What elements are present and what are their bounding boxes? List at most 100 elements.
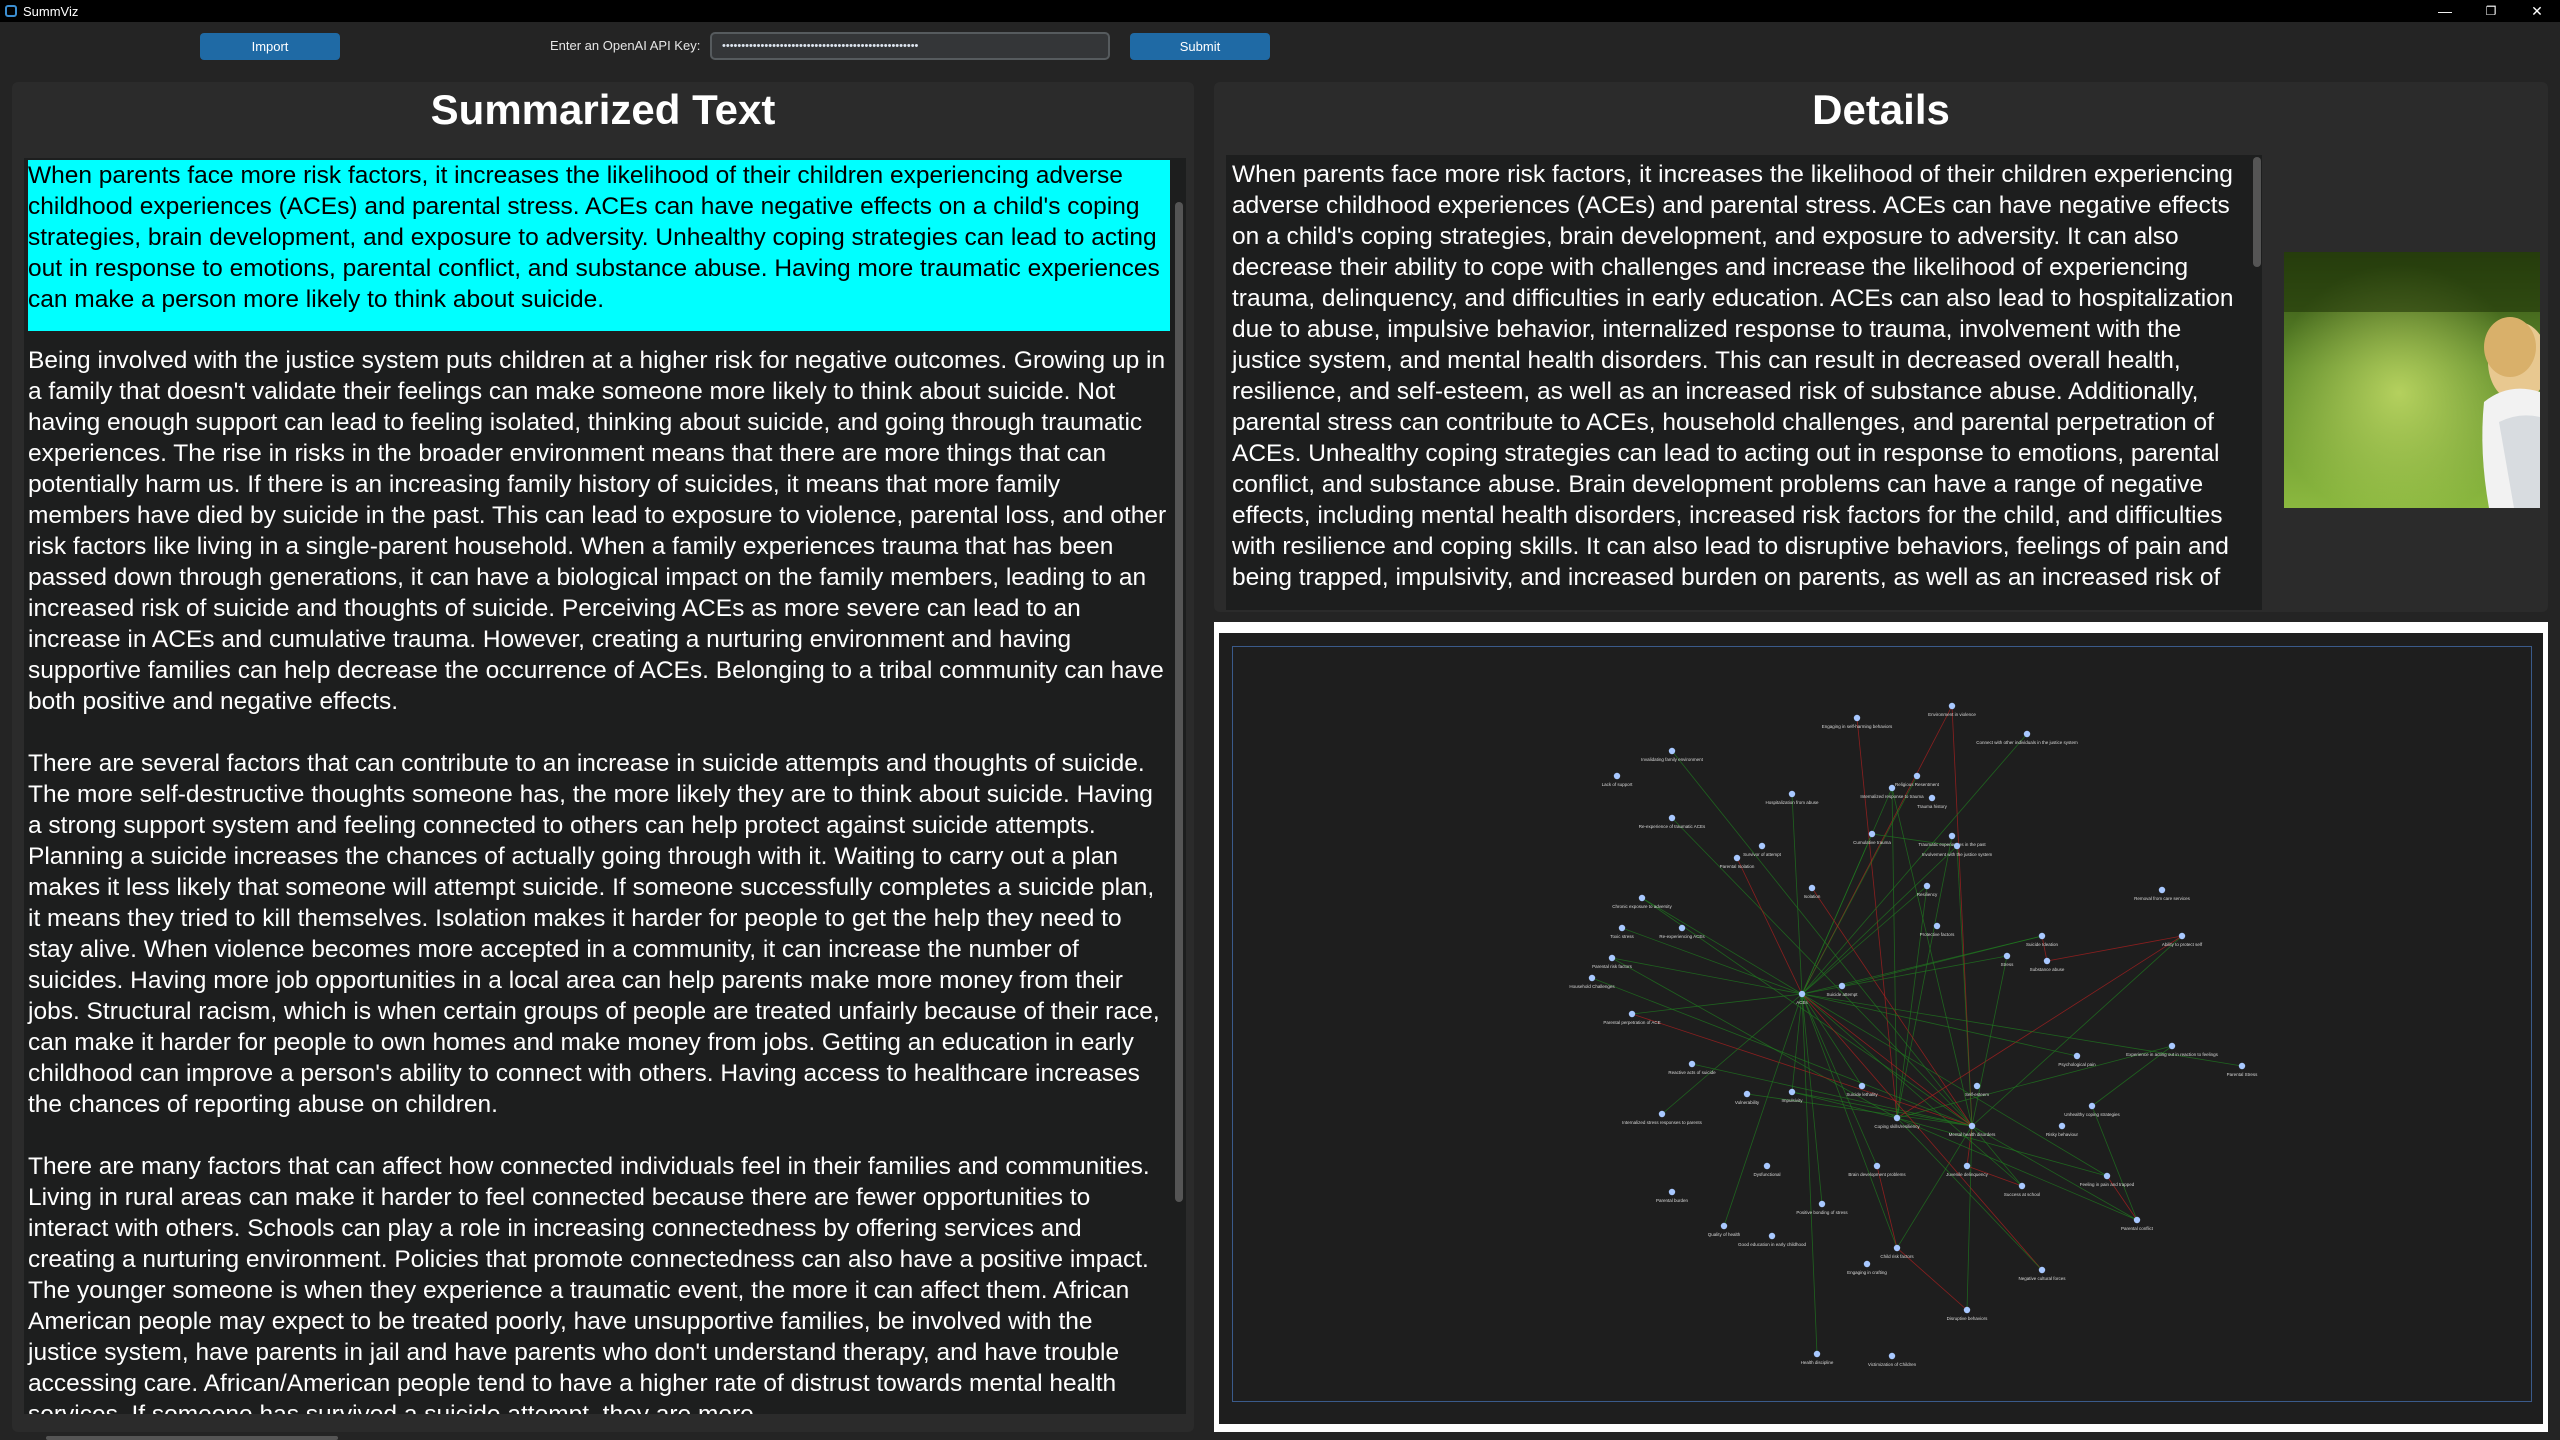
import-button[interactable]: Import	[200, 33, 340, 60]
graph-node[interactable]	[2043, 957, 2051, 965]
graph-node[interactable]	[1873, 1162, 1881, 1170]
graph-node[interactable]	[1818, 1200, 1826, 1208]
graph-edge	[1801, 993, 1818, 1355]
graph-node-label: Survivor of attempt	[1743, 852, 1782, 857]
graph-node[interactable]	[1788, 790, 1796, 798]
summarized-textbox[interactable]: When parents face more risk factors, it …	[24, 158, 1172, 1414]
graph-node[interactable]	[1658, 1110, 1666, 1118]
graph-node[interactable]	[1768, 1232, 1776, 1240]
graph-node[interactable]	[1973, 1082, 1981, 1090]
graph-node-label: Good education in early childhood	[1738, 1242, 1807, 1247]
graph-node[interactable]	[1913, 772, 1921, 780]
graph-node[interactable]	[1668, 1188, 1676, 1196]
graph-node[interactable]	[2088, 1102, 2096, 1110]
graph-edge	[1896, 885, 1928, 1119]
graph-node[interactable]	[1953, 842, 1961, 850]
details-title: Details	[1812, 86, 1950, 133]
graph-node[interactable]	[1923, 882, 1931, 890]
graph-node[interactable]	[1720, 1222, 1728, 1230]
restore-button[interactable]: ❐	[2468, 0, 2514, 22]
details-text[interactable]: When parents face more risk factors, it …	[1226, 155, 2252, 593]
graph-node[interactable]	[2178, 932, 2186, 940]
graph-node-label: Parental Stress	[2227, 1072, 2259, 1077]
graph-node[interactable]	[2168, 1042, 2176, 1050]
minimize-button[interactable]: —	[2422, 0, 2468, 22]
graph-node[interactable]	[1688, 1060, 1696, 1068]
graph-node[interactable]	[2133, 1216, 2141, 1224]
graph-node[interactable]	[1968, 1122, 1976, 1130]
api-key-input[interactable]	[710, 32, 1110, 60]
graph-node[interactable]	[1858, 1082, 1866, 1090]
graph-node-label: Traumatic experiences in the past	[1918, 842, 1986, 847]
graph-node[interactable]	[1668, 814, 1676, 822]
graph-node[interactable]	[1933, 922, 1941, 930]
details-scrollbar[interactable]	[2252, 155, 2262, 610]
graph-node[interactable]	[1638, 894, 1646, 902]
submit-button[interactable]: Submit	[1130, 33, 1270, 60]
graph-node-label: Brain development problems	[1848, 1172, 1906, 1177]
graph-node[interactable]	[1668, 747, 1676, 755]
graph-node[interactable]	[1608, 954, 1616, 962]
graph-node[interactable]	[1788, 1088, 1796, 1096]
graph-node-label: Risky behaviour	[2046, 1132, 2079, 1137]
details-textbox[interactable]: When parents face more risk factors, it …	[1226, 155, 2252, 610]
graph-node[interactable]	[1618, 924, 1626, 932]
graph-node[interactable]	[1928, 794, 1936, 802]
graph-node-label: Parental conflict	[2121, 1226, 2154, 1231]
graph-node-label: Victimization of Children	[1868, 1362, 1917, 1367]
graph-node-label: Experience in acting out in reaction to …	[2126, 1052, 2219, 1057]
graph-node[interactable]	[1863, 1260, 1871, 1268]
graph-node[interactable]	[2038, 1266, 2046, 1274]
graph-node[interactable]	[1838, 982, 1846, 990]
graph-node-label: Dysfunctional	[1753, 1172, 1780, 1177]
graph-node[interactable]	[1963, 1306, 1971, 1314]
graph-node[interactable]	[1853, 714, 1861, 722]
summary-scrollbar-thumb[interactable]	[1175, 202, 1183, 1202]
graph-node[interactable]	[1948, 702, 1956, 710]
summary-paragraph[interactable]: Being involved with the justice system p…	[28, 345, 1170, 717]
summary-paragraph[interactable]: There are several factors that can contr…	[28, 748, 1170, 1120]
window-controls: — ❐ ✕	[2422, 0, 2560, 22]
graph-node[interactable]	[1808, 884, 1816, 892]
graph-node[interactable]	[1678, 924, 1686, 932]
horizontal-scrollbar-thumb[interactable]	[46, 1436, 338, 1440]
graph-node[interactable]	[1888, 1352, 1896, 1360]
graph-node[interactable]	[2238, 1062, 2246, 1070]
graph-node[interactable]	[1813, 1350, 1821, 1358]
summary-paragraph[interactable]: There are many factors that can affect h…	[28, 1151, 1170, 1414]
graph-node[interactable]	[1868, 830, 1876, 838]
graph-node[interactable]	[2003, 952, 2011, 960]
causal-graph[interactable]: Environment in violence Engaging in self-…	[1232, 646, 2532, 1402]
graph-node[interactable]	[1763, 1162, 1771, 1170]
graph-node[interactable]	[2038, 932, 2046, 940]
graph-node[interactable]	[2073, 1052, 2081, 1060]
graph-node[interactable]	[1743, 1090, 1751, 1098]
graph-node[interactable]	[1733, 854, 1741, 862]
graph-node[interactable]	[2103, 1172, 2111, 1180]
graph-node[interactable]	[1613, 772, 1621, 780]
graph-node[interactable]	[2023, 730, 2031, 738]
summary-scrollbar[interactable]	[1172, 158, 1186, 1414]
details-scrollbar-thumb[interactable]	[2253, 157, 2261, 267]
graph-node-label: Engaging in crafting	[1847, 1270, 1887, 1275]
graph-node-label: Environment in violence	[1928, 712, 1976, 717]
close-button[interactable]: ✕	[2514, 0, 2560, 22]
graph-node[interactable]	[1798, 990, 1806, 998]
graph-node[interactable]	[1888, 784, 1896, 792]
summary-paragraph-highlighted[interactable]: When parents face more risk factors, it …	[28, 160, 1170, 331]
graph-node[interactable]	[1948, 832, 1956, 840]
graph-node-label: Isolation	[1804, 894, 1821, 899]
graph-node-label: Parental burden	[1656, 1198, 1689, 1203]
graph-node[interactable]	[2058, 1122, 2066, 1130]
graph-node[interactable]	[2018, 1182, 2026, 1190]
graph-node[interactable]	[1758, 842, 1766, 850]
graph-node[interactable]	[1588, 974, 1596, 982]
graph-node[interactable]	[1893, 1114, 1901, 1122]
graph-node[interactable]	[2158, 886, 2166, 894]
graph-node[interactable]	[1893, 1244, 1901, 1252]
graph-node-label: Removal from care services	[2134, 896, 2191, 901]
graph-node[interactable]	[1963, 1162, 1971, 1170]
graph-node[interactable]	[1628, 1010, 1636, 1018]
graph-edge	[1611, 957, 1803, 995]
graph-edge	[1801, 733, 2028, 995]
